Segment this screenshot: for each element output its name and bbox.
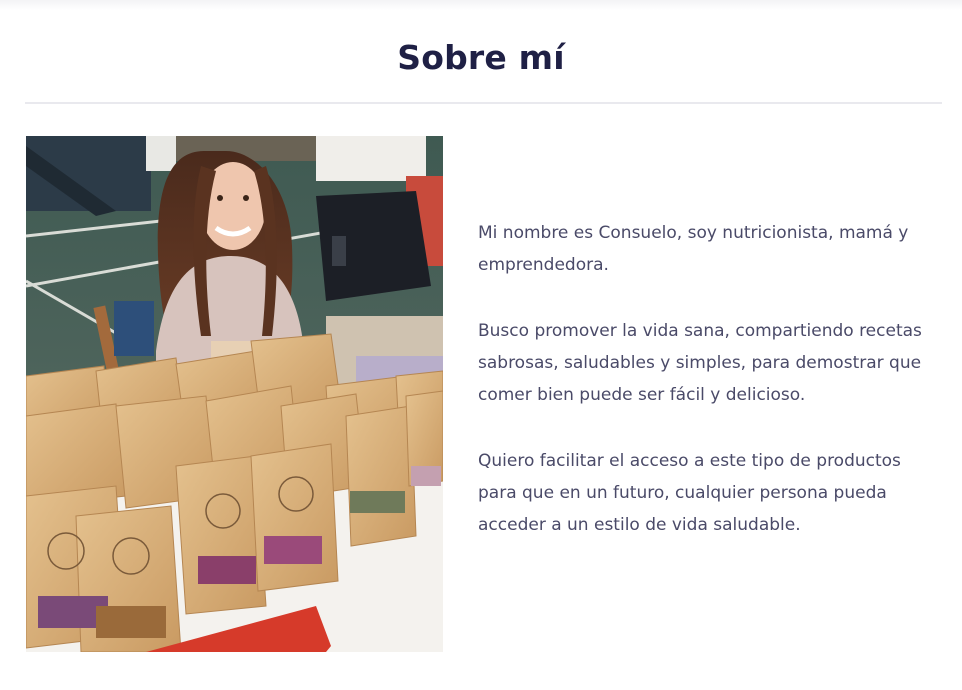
page-title: Sobre mí	[397, 38, 565, 77]
bio-paragraph-1: Mi nombre es Consuelo, soy nutricionista…	[478, 223, 909, 275]
about-photo	[26, 136, 443, 652]
top-edge	[0, 0, 962, 10]
bio-paragraph-3: Quiero facilitar el acceso a este tipo d…	[478, 451, 901, 535]
bio-paragraph-2: Busco promover la vida sana, compartiend…	[478, 321, 922, 405]
bio-text: Mi nombre es Consuelo, soy nutricionista…	[478, 217, 943, 575]
title-divider	[25, 102, 942, 104]
market-stall-illustration	[26, 136, 443, 652]
